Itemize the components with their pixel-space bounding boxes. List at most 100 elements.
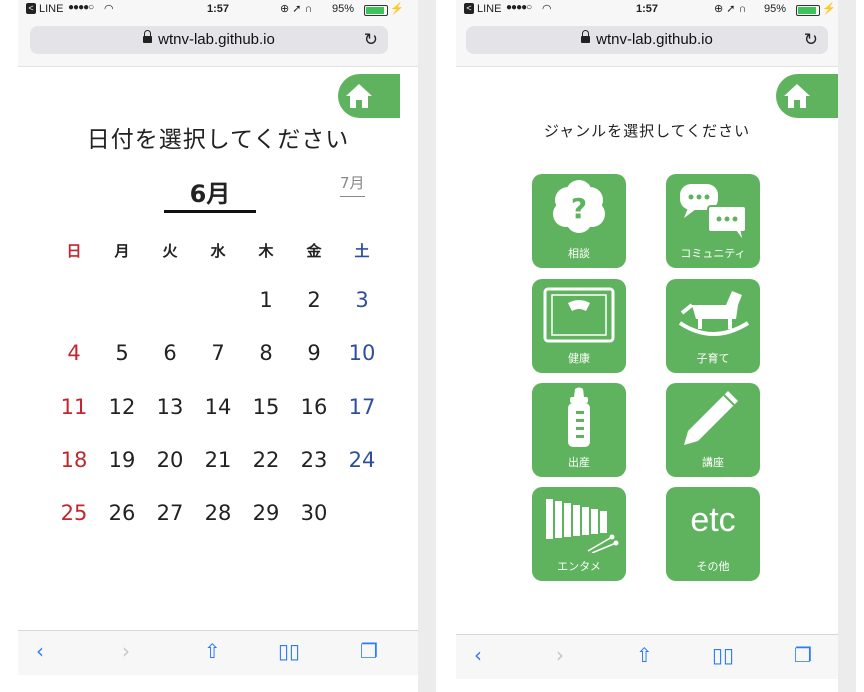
genre-tile-childcare[interactable]: 子育て — [666, 279, 760, 373]
calendar-day[interactable]: 22 — [242, 448, 290, 472]
calendar-day — [50, 288, 98, 312]
reload-icon[interactable]: ↻ — [364, 30, 378, 50]
browser-toolbar: ‹ › ⇧ ▯▯ ❐ — [456, 634, 838, 679]
forward-icon[interactable]: › — [556, 643, 564, 667]
genre-label: その他 — [696, 560, 730, 573]
browser-toolbar: ‹ › ⇧ ▯▯ ❐ — [18, 630, 418, 675]
calendar-day[interactable]: 28 — [194, 501, 242, 525]
calendar-day[interactable]: 7 — [194, 341, 242, 365]
genre-label: 子育て — [696, 352, 730, 365]
calendar-day[interactable]: 5 — [98, 341, 146, 365]
address-bar: wtnv-lab.github.io ↻ — [18, 20, 418, 67]
question-cloud-icon: ? — [553, 180, 605, 233]
forward-icon[interactable]: › — [122, 639, 130, 663]
url-text: wtnv-lab.github.io — [158, 31, 275, 48]
url-field[interactable]: wtnv-lab.github.io ↻ — [30, 26, 388, 54]
calendar-day — [98, 288, 146, 312]
calendar-day[interactable]: 16 — [290, 395, 338, 419]
home-button[interactable] — [776, 74, 838, 118]
genre-tile-consult[interactable]: ? 相談 — [532, 174, 626, 268]
reload-icon[interactable]: ↻ — [804, 30, 818, 50]
calendar-day[interactable]: 19 — [98, 448, 146, 472]
chat-bubbles-icon — [680, 184, 747, 238]
calendar-day[interactable]: 30 — [290, 501, 338, 525]
genre-label: 健康 — [568, 352, 590, 365]
charging-icon: ⚡ — [390, 3, 404, 15]
calendar-day[interactable]: 18 — [50, 448, 98, 472]
weekday-fri: 金 — [306, 242, 322, 260]
etc-icon: etc — [690, 501, 736, 539]
status-bar: < LINE ●●●●○ ◠ 1:57 ⊕ ➚ ∩ 95% ⚡ — [456, 0, 838, 20]
back-icon[interactable]: ‹ — [474, 643, 482, 667]
calendar-day[interactable]: 17 — [338, 395, 386, 419]
calendar-day[interactable]: 26 — [98, 501, 146, 525]
calendar-day[interactable]: 29 — [242, 501, 290, 525]
calendar-day[interactable]: 20 — [146, 448, 194, 472]
genre-tile-course[interactable]: 講座 — [666, 383, 760, 477]
genre-tile-other[interactable]: etc その他 — [666, 487, 760, 581]
weekday-sun: 日 — [66, 242, 82, 260]
calendar-week: 4 5 6 7 8 9 10 — [50, 341, 386, 365]
weekday-thu: 木 — [258, 242, 274, 260]
location-icon: ⊕ ➚ ∩ — [714, 3, 747, 15]
calendar-day[interactable]: 4 — [50, 341, 98, 365]
battery-icon — [796, 5, 820, 16]
back-icon[interactable]: ‹ — [36, 639, 44, 663]
calendar-day[interactable]: 13 — [146, 395, 194, 419]
calendar-day[interactable]: 25 — [50, 501, 98, 525]
genre-tile-community[interactable]: コミュニティ — [666, 174, 760, 268]
share-icon[interactable]: ⇧ — [636, 643, 653, 667]
calendar-day[interactable]: 23 — [290, 448, 338, 472]
calendar-screen: < LINE ●●●●○ ◠ 1:57 ⊕ ➚ ∩ 95% ⚡ wtnv-lab… — [18, 0, 418, 692]
address-bar: wtnv-lab.github.io ↻ — [456, 20, 838, 67]
tabs-icon[interactable]: ❐ — [360, 639, 378, 663]
location-icon: ⊕ ➚ ∩ — [280, 3, 313, 15]
calendar-day[interactable]: 2 — [290, 288, 338, 312]
calendar-week: 18 19 20 21 22 23 24 — [50, 448, 386, 472]
tabs-icon[interactable]: ❐ — [794, 643, 812, 667]
calendar-day[interactable]: 9 — [290, 341, 338, 365]
genre-tile-birth[interactable]: 出産 — [532, 383, 626, 477]
calendar-day[interactable]: 15 — [242, 395, 290, 419]
pencil-icon — [684, 391, 738, 445]
bookmarks-icon[interactable]: ▯▯ — [712, 643, 734, 667]
calendar-day[interactable]: 14 — [194, 395, 242, 419]
home-button[interactable] — [338, 74, 400, 118]
xylophone-icon — [546, 499, 619, 553]
calendar-day — [146, 288, 194, 312]
calendar-week: 25 26 27 28 29 30 — [50, 501, 386, 525]
calendar-day[interactable]: 3 — [338, 288, 386, 312]
month-underline — [164, 210, 256, 213]
calendar-day[interactable]: 21 — [194, 448, 242, 472]
calendar-day[interactable]: 24 — [338, 448, 386, 472]
url-field[interactable]: wtnv-lab.github.io ↻ — [466, 26, 828, 54]
next-month-tab[interactable]: 7月 — [340, 172, 365, 197]
calendar-day[interactable]: 8 — [242, 341, 290, 365]
bookmarks-icon[interactable]: ▯▯ — [278, 639, 300, 663]
genre-tile-health[interactable]: 健康 — [532, 279, 626, 373]
calendar-day[interactable]: 10 — [338, 341, 386, 365]
genre-label: 出産 — [568, 456, 590, 469]
genre-tile-entertainment[interactable]: エンタメ — [532, 487, 626, 581]
home-icon — [346, 84, 372, 108]
share-icon[interactable]: ⇧ — [204, 639, 221, 663]
genre-label: 相談 — [568, 247, 590, 260]
calendar-day[interactable]: 6 — [146, 341, 194, 365]
baby-bottle-icon — [568, 387, 590, 447]
svg-text:?: ? — [571, 192, 587, 225]
calendar-day — [194, 288, 242, 312]
scale-icon — [543, 287, 615, 343]
page-title: ジャンルを選択してください — [543, 122, 751, 140]
battery-icon — [364, 5, 388, 16]
rocking-horse-icon — [678, 291, 750, 336]
weekday-mon: 月 — [114, 242, 130, 260]
battery-percent: 95% — [764, 3, 787, 15]
lock-icon — [143, 30, 153, 43]
current-month-tab[interactable]: 6月 — [164, 174, 256, 209]
genre-label: コミュニティ — [680, 247, 746, 260]
status-bar: < LINE ●●●●○ ◠ 1:57 ⊕ ➚ ∩ 95% ⚡ — [18, 0, 418, 20]
calendar-day[interactable]: 12 — [98, 395, 146, 419]
calendar-day[interactable]: 1 — [242, 288, 290, 312]
calendar-day[interactable]: 11 — [50, 395, 98, 419]
calendar-day[interactable]: 27 — [146, 501, 194, 525]
